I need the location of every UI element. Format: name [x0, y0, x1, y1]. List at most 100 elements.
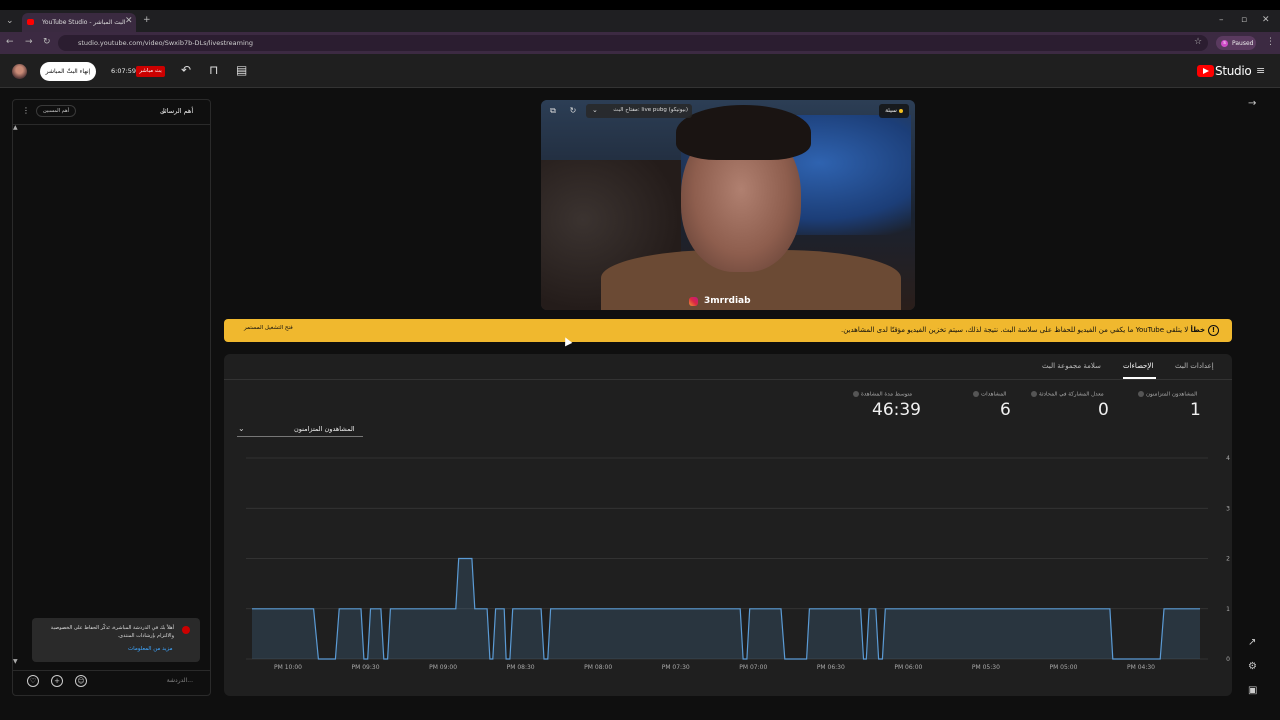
x-tick-label: PM 10:00	[274, 664, 302, 671]
bookmark-icon[interactable]: ⊓	[209, 63, 218, 77]
x-tick-label: PM 06:00	[894, 664, 922, 671]
chevron-down-icon: ⌄	[238, 424, 245, 433]
preview-hair	[676, 105, 811, 160]
youtube-logo-icon[interactable]	[1197, 65, 1214, 77]
metric-dropdown-label: المشاهدون المتزامنون	[294, 425, 355, 433]
tab-title: YouTube Studio - البث المباشر	[42, 19, 126, 26]
close-tab-icon[interactable]: ✕	[125, 16, 133, 26]
studio-header	[0, 54, 1280, 88]
share-icon[interactable]: ↶	[181, 63, 191, 77]
stat-label-concurrent: المشاهدون المتزامنون	[1138, 391, 1197, 398]
scroll-up-icon[interactable]: ▲	[13, 124, 18, 131]
address-bar-row: ← → ↻ studio.youtube.com/video/Swxib7b-D…	[0, 32, 1280, 54]
back-icon[interactable]: ←	[6, 37, 14, 47]
stat-value-chat-rate: 0	[1098, 400, 1109, 420]
warning-icon: !	[1208, 325, 1219, 336]
channel-avatar[interactable]	[12, 64, 27, 79]
tab-list-icon[interactable]: ⌄	[6, 16, 14, 26]
banner-message: خطأ لا يتلقى YouTube ما يكفي من الفيديو …	[700, 326, 1205, 334]
y-tick-label: 1	[1226, 606, 1230, 613]
heart-icon[interactable]: ♡	[27, 675, 39, 687]
live-chat-panel	[12, 99, 211, 696]
x-tick-label: PM 09:30	[352, 664, 380, 671]
banner-severity: خطأ	[1190, 326, 1206, 334]
x-tick-label: PM 09:00	[429, 664, 457, 671]
close-window-icon[interactable]: ✕	[1262, 15, 1270, 25]
y-tick-label: 2	[1226, 556, 1230, 563]
copy-icon[interactable]: ⧉	[548, 106, 558, 116]
banner-action-button[interactable]: فتح التشغيل المستمر	[244, 325, 293, 331]
top-contributors-chip[interactable]: أهم المسبين	[36, 105, 76, 117]
y-tick-label: 4	[1226, 455, 1230, 462]
x-tick-label: PM 08:30	[507, 664, 535, 671]
chat-more-icon[interactable]: ⋮	[22, 106, 30, 115]
tab-analytics[interactable]: الإحصاءات	[1123, 362, 1153, 370]
stream-key-selector[interactable]: مفتاح البث: live pubg (بيونيكو)	[586, 104, 692, 118]
x-tick-label: PM 06:30	[817, 664, 845, 671]
stream-preview[interactable]	[541, 100, 915, 310]
help-icon[interactable]	[1138, 391, 1144, 397]
end-stream-button[interactable]: إنهاء البثّ المباشر	[40, 62, 96, 81]
live-badge: بث مباشر	[136, 66, 165, 77]
gear-icon[interactable]: ⚙	[1248, 661, 1257, 672]
scroll-down-icon[interactable]: ▼	[13, 658, 18, 665]
concurrent-viewers-chart[interactable]: 4 3 2 1 0 PM 10:00 PM 09:30 PM 09:00 PM 08:30 PM…	[224, 450, 1232, 680]
expand-arrow-icon[interactable]: →	[1248, 98, 1256, 109]
notice-text: أهلاً بك في الدردشة المباشرة، تَذكّر الح…	[50, 625, 174, 639]
chat-input[interactable]: الدردشة...	[95, 673, 199, 689]
reload-icon[interactable]: ↻	[43, 37, 51, 47]
x-tick-label: PM 05:30	[972, 664, 1000, 671]
bookmark-star-icon[interactable]: ☆	[1194, 37, 1202, 47]
browser-tab-strip: ⌄ YouTube Studio - البث المباشر ✕ + – ▫ …	[0, 0, 1280, 32]
stream-health-text: سيئة	[885, 107, 897, 114]
stream-health-badge: سيئة	[879, 104, 909, 118]
url-text: studio.youtube.com/video/Swxib7b-DLs/liv…	[78, 39, 254, 47]
url-field[interactable]: studio.youtube.com/video/Swxib7b-DLs/liv…	[58, 35, 1208, 51]
stream-timer: 6:07:59	[111, 67, 137, 75]
youtube-favicon-icon	[27, 19, 34, 25]
minimize-icon[interactable]: –	[1219, 15, 1224, 25]
help-icon[interactable]	[973, 391, 979, 397]
emoji-icon[interactable]: ☺	[75, 675, 87, 687]
stat-label-chat-rate: معدل المشاركة في المحادثة	[1031, 391, 1104, 398]
profile-status-text: Paused	[1232, 40, 1254, 47]
x-tick-label: PM 07:30	[662, 664, 690, 671]
feedback-icon[interactable]: ▣	[1248, 685, 1257, 696]
active-tab-indicator	[1123, 377, 1156, 379]
stat-label-avg-watch: متوسط مدة المشاهدة	[853, 391, 912, 398]
forward-icon[interactable]: →	[25, 37, 33, 47]
studio-logo-text: Studio	[1215, 64, 1252, 78]
help-icon[interactable]	[1031, 391, 1037, 397]
hamburger-menu-icon[interactable]: ≡	[1256, 64, 1265, 77]
stat-value-views: 6	[1000, 400, 1011, 420]
profile-paused-chip[interactable]: s Paused	[1216, 36, 1256, 50]
stream-key-chevron-icon: ⌄	[592, 106, 598, 114]
tab-stream-settings[interactable]: إعدادات البث	[1175, 362, 1214, 370]
y-tick-label: 3	[1226, 505, 1230, 512]
preview-watermark: 3mrrdiab	[704, 296, 751, 306]
refresh-icon[interactable]: ↻	[568, 106, 578, 116]
browser-menu-icon[interactable]: ⋮	[1266, 37, 1275, 47]
x-tick-label: PM 08:00	[584, 664, 612, 671]
profile-avatar-icon: s	[1221, 40, 1228, 47]
stat-value-avg-watch: 46:39	[872, 400, 921, 420]
tab-stream-health[interactable]: سلامة مجموعة البث	[1042, 362, 1101, 370]
y-tick-label: 0	[1226, 656, 1230, 663]
popout-icon[interactable]: ↗	[1248, 637, 1256, 648]
clapperboard-icon[interactable]: ▤	[236, 63, 247, 77]
x-tick-label: PM 07:00	[739, 664, 767, 671]
health-status-icon	[898, 108, 903, 113]
browser-tab[interactable]: YouTube Studio - البث المباشر	[22, 13, 136, 32]
stat-value-concurrent: 1	[1190, 400, 1201, 420]
maximize-icon[interactable]: ▫	[1241, 15, 1247, 25]
new-tab-icon[interactable]: +	[143, 15, 151, 25]
help-icon[interactable]	[853, 391, 859, 397]
youtube-notice-icon	[182, 626, 190, 634]
learn-more-link[interactable]: مزيد من المعلومات	[128, 646, 173, 652]
add-icon[interactable]: +	[51, 675, 63, 687]
stat-label-views: المشاهدات	[973, 391, 1006, 398]
chevron-down-icon[interactable]: ⌄	[160, 106, 167, 115]
banner-message-text: لا يتلقى YouTube ما يكفي من الفيديو للحف…	[840, 326, 1189, 334]
x-tick-label: PM 05:00	[1049, 664, 1077, 671]
instagram-icon	[689, 297, 698, 306]
